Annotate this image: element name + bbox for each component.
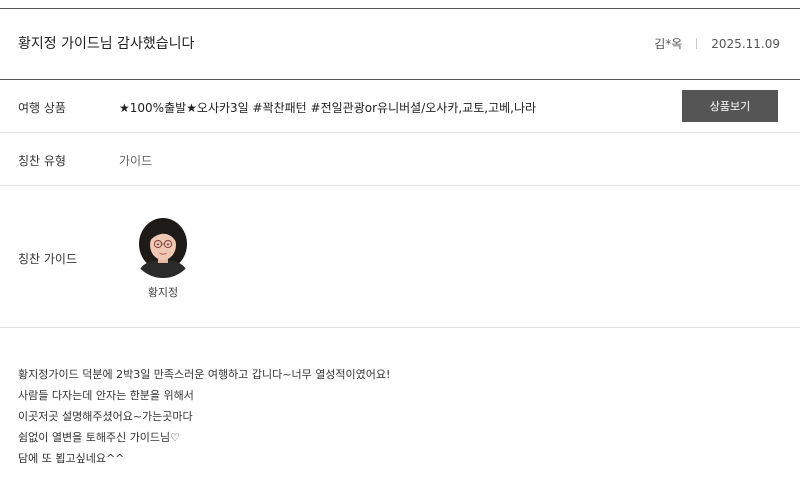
- guide-avatar: [131, 214, 195, 278]
- meta-divider: [696, 38, 698, 49]
- product-name: ★100%출발★오사카3일 #꽉찬패턴 #전일관광or유니버셜/오사카,교토,고…: [119, 101, 537, 115]
- review-line: 쉼없이 열변을 토해주신 가이드님♡: [18, 431, 181, 444]
- view-product-button[interactable]: 상품보기: [682, 90, 778, 122]
- review-line: 사람들 다자는데 안자는 한분을 위해서: [18, 389, 194, 402]
- review-line: 담에 또 뵙고싶네요^^: [18, 452, 125, 465]
- review-body: 황지정가이드 덕분에 2박3일 만족스러운 여행하고 갑니다~너무 열성적이였어…: [18, 364, 778, 469]
- review-line: 이곳저곳 설명해주셨어요~가는곳마다: [18, 410, 193, 423]
- review-date: 2025.11.09: [711, 36, 780, 51]
- review-detail-page: 황지정 가이드님 감사했습니다 김*옥 2025.11.09 여행 상품 ★10…: [0, 0, 800, 500]
- review-header: 황지정 가이드님 감사했습니다 김*옥 2025.11.09: [0, 8, 800, 80]
- guide-card: 황지정: [131, 214, 195, 300]
- praise-type-value: 가이드: [119, 154, 153, 168]
- guide-name: 황지정: [147, 286, 179, 299]
- praise-type-label: 칭찬 유형: [18, 154, 66, 168]
- review-author: 김*옥: [654, 37, 683, 51]
- review-title: 황지정 가이드님 감사했습니다: [18, 36, 195, 52]
- praise-guide-label: 칭찬 가이드: [18, 252, 78, 266]
- product-label: 여행 상품: [18, 101, 66, 115]
- praise-guide-row: 칭찬 가이드 황지정: [0, 186, 800, 328]
- review-meta: 김*옥 2025.11.09: [654, 35, 780, 52]
- praise-type-row: 칭찬 유형 가이드: [0, 133, 800, 186]
- review-line: 황지정가이드 덕분에 2박3일 만족스러운 여행하고 갑니다~너무 열성적이였어…: [18, 368, 391, 381]
- product-row: 여행 상품 ★100%출발★오사카3일 #꽉찬패턴 #전일관광or유니버셜/오사…: [0, 80, 800, 133]
